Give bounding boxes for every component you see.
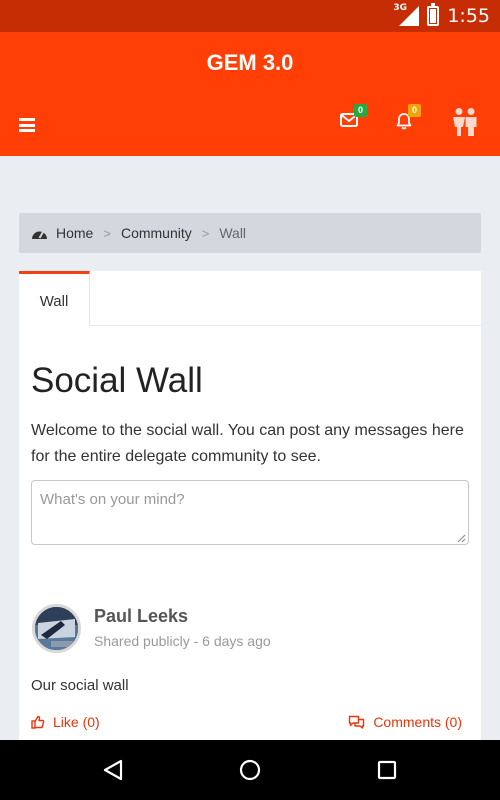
like-label: Like (0) xyxy=(53,714,100,730)
post-meta: Shared publicly - 6 days ago xyxy=(94,633,271,649)
app-title: GEM 3.0 xyxy=(206,50,294,75)
status-bar: 3G 1:55 xyxy=(0,0,500,32)
back-icon[interactable] xyxy=(103,759,123,781)
breadcrumb: Home > Community > Wall xyxy=(19,213,481,253)
breadcrumb-separator: > xyxy=(201,225,210,241)
recents-icon[interactable] xyxy=(377,760,397,780)
resize-handle-icon[interactable] xyxy=(457,534,466,543)
messages-button[interactable]: 0 xyxy=(340,104,367,133)
comments-button[interactable]: Comments (0) xyxy=(348,714,462,730)
wall-card: Wall Social Wall Welcome to the social w… xyxy=(19,271,481,751)
notifications-button[interactable]: 0 xyxy=(396,104,421,135)
post-input[interactable] xyxy=(31,480,469,545)
comments-icon xyxy=(349,715,365,729)
like-button[interactable]: Like (0) xyxy=(31,714,100,730)
intro-text: Welcome to the social wall. You can post… xyxy=(31,422,464,465)
dashboard-icon xyxy=(32,231,47,239)
app-header: GEM 3.0 0 0 xyxy=(0,32,500,156)
menu-icon[interactable] xyxy=(19,118,35,132)
tab-wall[interactable]: Wall xyxy=(19,271,90,326)
system-nav-bar xyxy=(0,740,500,800)
status-time: 1:55 xyxy=(447,5,490,27)
battery-icon xyxy=(427,3,440,26)
comments-label: Comments (0) xyxy=(373,714,462,730)
notifications-badge: 0 xyxy=(408,104,421,117)
cell-signal-icon: 3G xyxy=(393,3,420,26)
post-text: Our social wall xyxy=(31,677,129,694)
breadcrumb-community[interactable]: Community xyxy=(121,225,192,241)
breadcrumb-home[interactable]: Home xyxy=(56,225,93,241)
tab-bar: Wall xyxy=(19,271,481,326)
breadcrumb-separator: > xyxy=(103,225,111,241)
post-author[interactable]: Paul Leeks xyxy=(94,606,188,627)
network-type: 3G xyxy=(393,3,407,13)
people-icon xyxy=(453,108,477,136)
breadcrumb-current: Wall xyxy=(219,225,247,241)
thumbs-up-icon xyxy=(31,715,45,729)
home-icon[interactable] xyxy=(239,759,261,781)
avatar[interactable] xyxy=(32,604,81,653)
page-title: Social Wall xyxy=(31,361,203,400)
delegates-button[interactable] xyxy=(451,107,479,142)
messages-badge: 0 xyxy=(354,104,367,117)
